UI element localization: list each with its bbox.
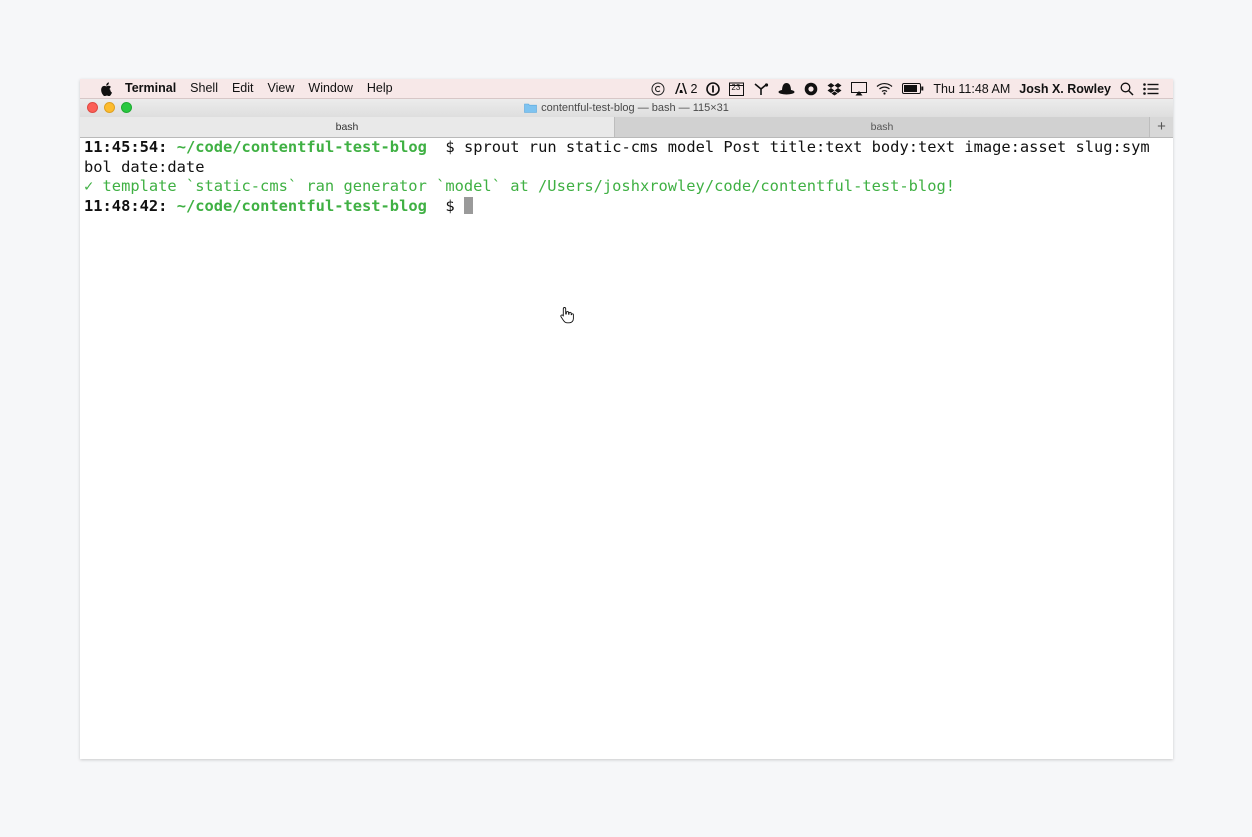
terminal-line-4: 11:48:42: ~/code/contentful-test-blog $ — [84, 196, 1173, 217]
menu-help[interactable]: Help — [367, 79, 393, 98]
onepassword-icon[interactable] — [706, 79, 721, 98]
text-cursor — [463, 196, 473, 214]
record-icon[interactable] — [804, 79, 818, 98]
adobe-icon[interactable]: 2 — [674, 79, 697, 98]
prompt-time: 11:48:42: — [84, 196, 168, 215]
tab-bar: bash bash + — [80, 117, 1173, 138]
prompt-time: 11:45:54: — [84, 138, 168, 156]
menu-shell[interactable]: Shell — [190, 79, 218, 98]
menu-window[interactable]: Window — [308, 79, 352, 98]
wifi-icon[interactable] — [876, 79, 893, 98]
screen: Terminal Shell Edit View Window Help 2 2… — [80, 79, 1173, 759]
menu-view[interactable]: View — [268, 79, 295, 98]
menu-clock[interactable]: Thu 11:48 AM — [933, 82, 1010, 96]
adobe-badge: 2 — [690, 81, 698, 96]
apple-menu-icon[interactable] — [97, 81, 113, 96]
terminal-line-3: ✓ template `static-cms` ran generator `m… — [84, 177, 955, 195]
calendar-day: 23 — [731, 83, 741, 92]
terminal-output[interactable]: 11:45:54: ~/code/contentful-test-blog $ … — [80, 138, 1173, 759]
window-title-text: contentful-test-blog — bash — 115×31 — [541, 102, 729, 114]
terminal-line-1: 11:45:54: ~/code/contentful-test-blog $ … — [84, 138, 1173, 158]
command-text: $ sprout run static-cms model Post title… — [426, 138, 1150, 156]
terminal-line-2: bol date:date — [84, 157, 205, 176]
tab-bash-active[interactable]: bash — [80, 117, 615, 137]
new-tab-button[interactable]: + — [1150, 117, 1173, 137]
notification-center-icon[interactable] — [1143, 79, 1159, 98]
prompt-path: ~/code/contentful-test-blog — [176, 138, 427, 156]
window-title-bar[interactable]: contentful-test-blog — bash — 115×31 — [80, 99, 1173, 117]
calendar-icon[interactable]: 23 — [729, 79, 745, 98]
menu-edit[interactable]: Edit — [232, 79, 254, 98]
user-name[interactable]: Josh X. Rowley — [1019, 82, 1111, 96]
folder-icon — [524, 103, 537, 113]
airplay-icon[interactable] — [851, 79, 868, 98]
prompt-symbol: $ — [426, 196, 464, 215]
branch-icon[interactable] — [753, 79, 769, 98]
hand-pointer-icon — [560, 306, 574, 324]
copyright-icon[interactable] — [651, 79, 665, 98]
tab-bash-inactive[interactable]: bash — [615, 117, 1150, 137]
menu-bar: Terminal Shell Edit View Window Help 2 2… — [80, 79, 1173, 99]
menu-app-terminal[interactable]: Terminal — [125, 79, 176, 98]
hat-icon[interactable] — [778, 79, 795, 98]
prompt-path: ~/code/contentful-test-blog — [176, 196, 427, 215]
status-menu-area: 2 23 Thu 11:48 AM Josh X. Rowley — [651, 79, 1159, 98]
window-title: contentful-test-blog — bash — 115×31 — [80, 101, 1173, 115]
spotlight-search-icon[interactable] — [1120, 79, 1134, 98]
dropbox-icon[interactable] — [827, 79, 842, 98]
battery-icon[interactable] — [902, 79, 924, 98]
